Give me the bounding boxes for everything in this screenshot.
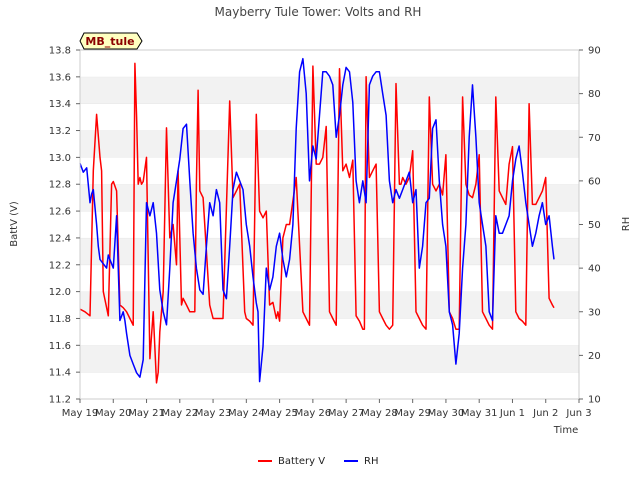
y-right-tick-label: 10	[588, 395, 601, 406]
y-right-tick-label: 80	[588, 89, 601, 100]
y-left-tick-label: 11.4	[49, 368, 71, 379]
grid-band	[80, 50, 579, 77]
x-tick-label: May 29	[394, 408, 431, 419]
x-tick-label: May 27	[328, 408, 365, 419]
x-tick-label: May 19	[62, 408, 99, 419]
y-left-tick-label: 12.8	[49, 180, 71, 191]
legend-label-rh: RH	[364, 456, 378, 467]
y-left-tick-label: 12.4	[49, 233, 71, 244]
x-tick-label: May 20	[95, 408, 132, 419]
x-tick-label: May 30	[428, 408, 465, 419]
x-axis-title: Time	[553, 425, 578, 436]
legend-label-battery: Battery V	[278, 456, 325, 467]
y-left-tick-label: 13.0	[49, 153, 71, 164]
right-axis-title: RH	[621, 217, 632, 231]
y-right-tick-label: 90	[588, 46, 601, 57]
y-left-tick-label: 11.6	[49, 341, 71, 352]
annotation-box: MB_tule	[79, 32, 143, 50]
y-right-tick-label: 40	[588, 264, 601, 275]
x-tick-label: May 24	[228, 408, 265, 419]
grid-band	[80, 372, 579, 399]
y-left-tick-label: 11.2	[49, 395, 71, 406]
x-tick-label: May 26	[295, 408, 332, 419]
grid-band	[80, 103, 579, 131]
grid-band	[80, 237, 579, 265]
y-right-tick-label: 20	[588, 351, 601, 362]
y-left-tick-label: 12.2	[49, 260, 71, 271]
x-tick-label: Jun 2	[532, 408, 558, 419]
grid-band	[80, 130, 579, 158]
y-left-tick-label: 13.4	[49, 99, 71, 110]
y-right-tick-label: 30	[588, 307, 601, 318]
y-left-tick-label: 11.8	[49, 314, 71, 325]
annotation-label: MB_tule	[85, 35, 134, 48]
x-tick-label: May 22	[162, 408, 199, 419]
x-tick-label: May 28	[361, 408, 398, 419]
grid-band	[80, 76, 579, 104]
grid-band	[80, 157, 579, 185]
y-left-tick-label: 13.6	[49, 72, 71, 83]
x-tick-label: Jun 3	[565, 408, 591, 419]
x-tick-label: May 21	[128, 408, 165, 419]
chart: May 19May 20May 21May 22May 23May 24May …	[0, 0, 640, 480]
y-left-tick-label: 13.2	[49, 126, 71, 137]
y-right-tick-label: 60	[588, 176, 601, 187]
x-tick-label: May 31	[461, 408, 498, 419]
x-tick-label: May 25	[261, 408, 298, 419]
left-axis-title: BattV (V)	[9, 201, 20, 247]
y-left-tick-label: 13.8	[49, 46, 71, 57]
x-tick-label: May 23	[195, 408, 232, 419]
chart-title: Mayberry Tule Tower: Volts and RH	[215, 5, 422, 19]
grid-band	[80, 184, 579, 212]
y-right-tick-label: 70	[588, 133, 601, 144]
y-right-tick-label: 50	[588, 220, 601, 231]
y-left-tick-label: 12.0	[49, 287, 71, 298]
x-tick-label: Jun 1	[499, 408, 525, 419]
y-left-tick-label: 12.6	[49, 207, 71, 218]
